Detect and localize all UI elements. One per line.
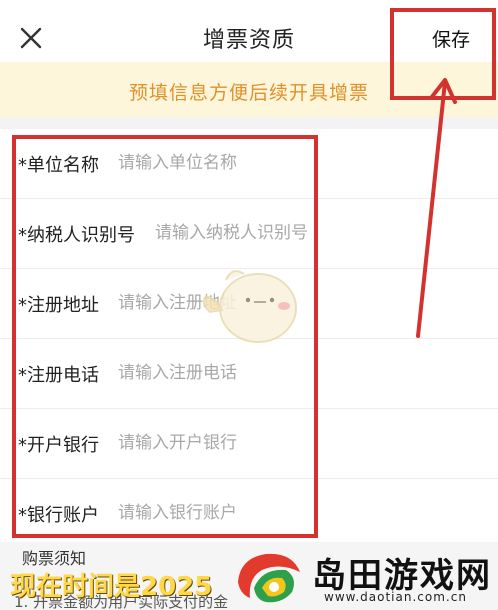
tax-id-input[interactable] bbox=[155, 220, 395, 246]
notice-text: 预填信息方便后续开具增票 bbox=[128, 82, 369, 104]
company-name-input[interactable] bbox=[118, 150, 378, 176]
form-row-company-name: *单位名称 bbox=[0, 129, 498, 199]
form-row-tax-id: *纳税人识别号 bbox=[0, 199, 498, 269]
form-row-bank-name: *开户银行 bbox=[0, 409, 498, 479]
mascot-watermark-icon bbox=[202, 270, 297, 343]
site-watermark: 岛田游戏网 www.daotian.com.cn bbox=[232, 546, 498, 610]
registered-phone-label: *注册电话 bbox=[18, 365, 99, 386]
tax-id-label: *纳税人识别号 bbox=[18, 225, 135, 246]
form-row-bank-account: *银行账户 bbox=[0, 479, 498, 549]
bank-name-label: *开户银行 bbox=[18, 435, 99, 456]
section-divider bbox=[0, 117, 498, 129]
registered-address-label: *注册地址 bbox=[18, 295, 99, 316]
page-title: 增票资质 bbox=[202, 28, 295, 53]
save-button[interactable]: 保存 bbox=[432, 25, 470, 52]
company-name-label: *单位名称 bbox=[18, 155, 99, 176]
notice-banner: 预填信息方便后续开具增票 bbox=[0, 62, 498, 117]
site-url: www.daotian.com.cn bbox=[324, 590, 467, 604]
bank-name-input[interactable] bbox=[118, 430, 378, 456]
bank-account-input[interactable] bbox=[118, 500, 378, 526]
site-logo-icon bbox=[238, 553, 300, 603]
overlay-caption: 现在时间是2025 bbox=[10, 572, 213, 602]
bank-account-label: *银行账户 bbox=[18, 505, 99, 526]
registered-phone-input[interactable] bbox=[118, 360, 378, 386]
